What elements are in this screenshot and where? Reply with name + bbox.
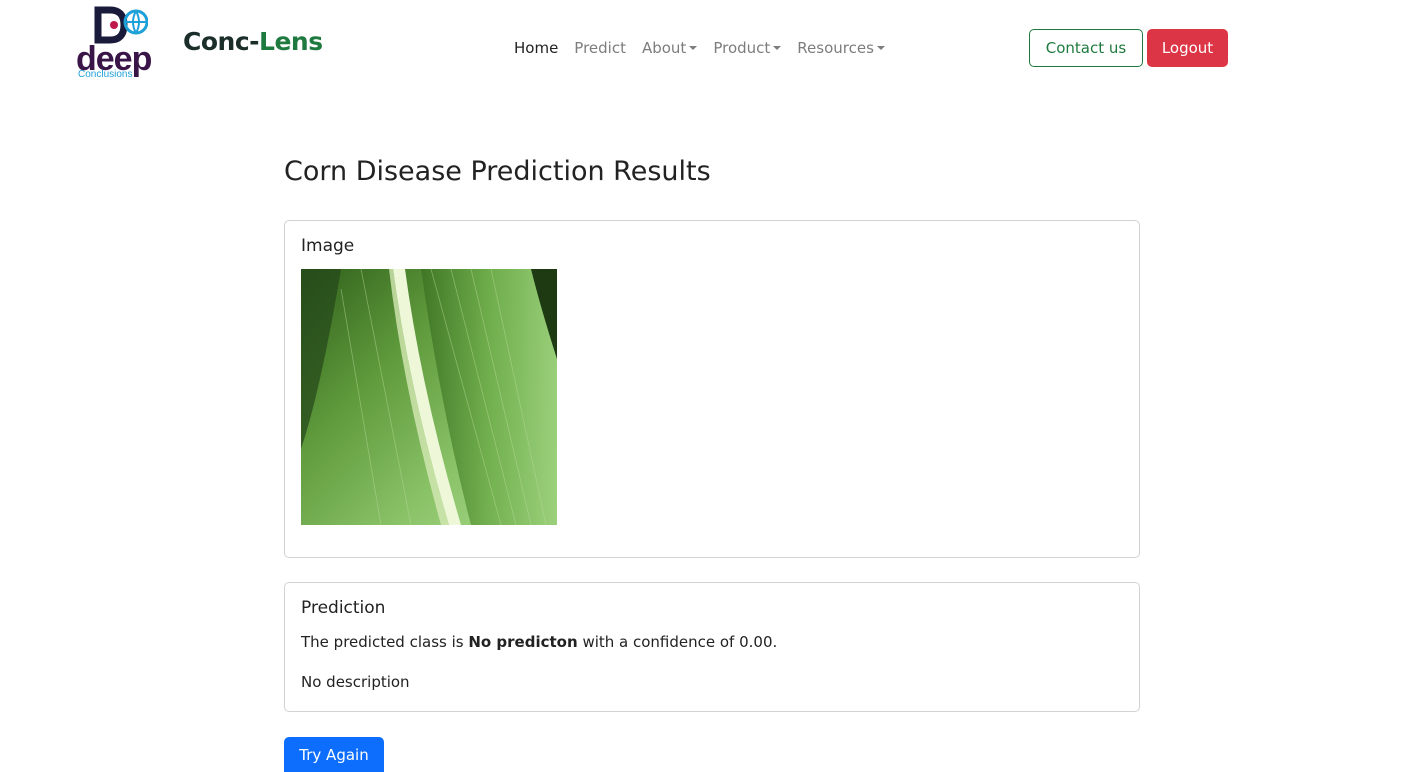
contact-us-button[interactable]: Contact us — [1029, 29, 1143, 67]
prediction-text: The predicted class is No predicton with… — [301, 632, 777, 652]
predicted-class: No predicton — [468, 633, 578, 651]
uploaded-leaf-image — [301, 269, 557, 525]
prediction-card: Prediction The predicted class is No pre… — [284, 582, 1140, 712]
leaf-image-graphic — [301, 269, 557, 525]
navbar: deep Conclusions Conc-Lens Home Predict … — [0, 0, 1411, 95]
prediction-card-title: Prediction — [301, 598, 386, 618]
nav-product-dropdown[interactable]: Product — [713, 39, 782, 57]
prediction-description: No description — [301, 673, 410, 691]
brand-name-part1: Conc- — [183, 27, 260, 56]
main-nav: Home Predict About Product Resources — [514, 36, 901, 60]
logo-subtitle: Conclusions — [78, 69, 133, 80]
caret-down-icon — [876, 46, 885, 50]
confidence-value: 0.00 — [739, 633, 773, 651]
prediction-prefix: The predicted class is — [301, 633, 469, 651]
image-card: Image — [284, 220, 1140, 558]
try-again-button[interactable]: Try Again — [284, 737, 384, 772]
nav-resources-dropdown[interactable]: Resources — [797, 39, 885, 57]
caret-down-icon — [689, 46, 698, 50]
brand-name[interactable]: Conc-Lens — [183, 26, 323, 58]
brand-name-part2: Lens — [259, 27, 323, 56]
nav-resources-label: Resources — [797, 39, 874, 57]
caret-down-icon — [773, 46, 782, 50]
page-title: Corn Disease Prediction Results — [284, 156, 711, 187]
nav-home[interactable]: Home — [514, 39, 558, 57]
prediction-suffix: . — [772, 633, 778, 651]
nav-predict[interactable]: Predict — [574, 39, 626, 57]
nav-product-label: Product — [713, 39, 771, 57]
nav-about-dropdown[interactable]: About — [641, 39, 698, 57]
image-card-title: Image — [301, 236, 355, 256]
prediction-middle: with a confidence of — [577, 633, 740, 651]
deep-conclusions-logo[interactable]: deep Conclusions — [76, 6, 176, 82]
nav-about-label: About — [641, 39, 687, 57]
logout-button[interactable]: Logout — [1147, 29, 1228, 67]
